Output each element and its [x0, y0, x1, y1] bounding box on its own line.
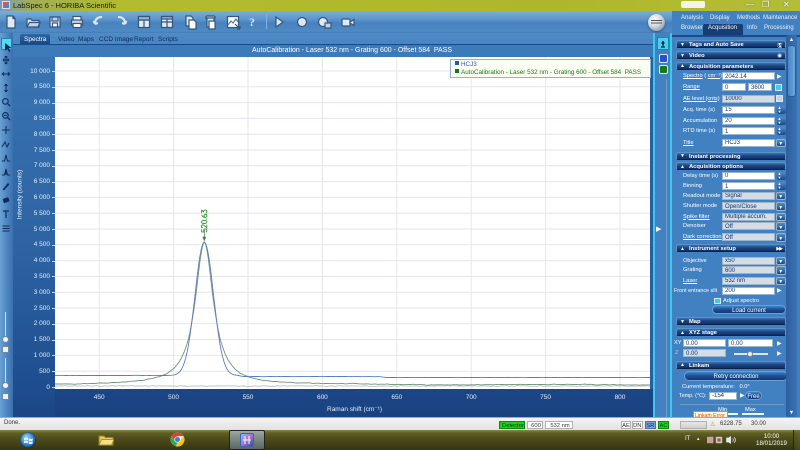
svg-text:?: ? [249, 15, 255, 29]
